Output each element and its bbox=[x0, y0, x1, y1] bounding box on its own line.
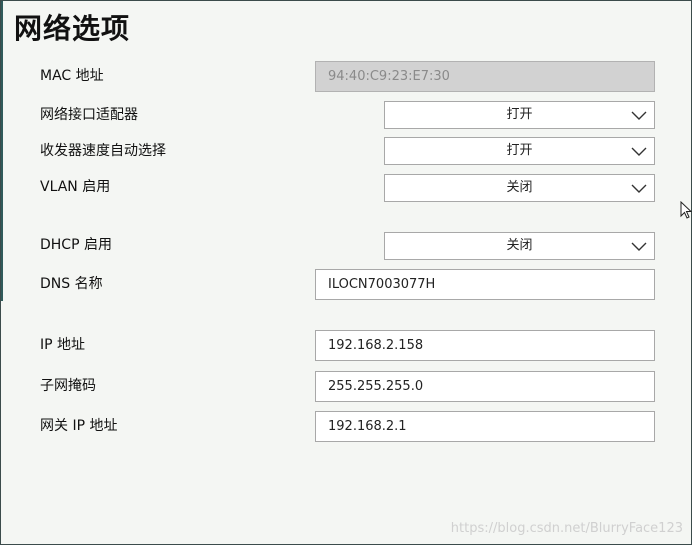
network-adapter-label: 网络接口适配器 bbox=[40, 107, 138, 123]
watermark-text: https://blog.csdn.net/BlurryFace123 bbox=[450, 521, 683, 536]
subnet-mask-input[interactable]: 255.255.255.0 bbox=[315, 371, 655, 402]
page-title: 网络选项 bbox=[14, 12, 131, 45]
dns-name-input[interactable]: ILOCN7003077H bbox=[315, 269, 655, 300]
network-adapter-select[interactable]: 打开 bbox=[384, 101, 655, 129]
gateway-ip-input[interactable]: 192.168.2.1 bbox=[315, 411, 655, 442]
chevron-down-icon bbox=[631, 184, 647, 193]
vlan-enable-label: VLAN 启用 bbox=[40, 179, 111, 195]
dhcp-enable-value: 关闭 bbox=[506, 238, 533, 253]
subnet-mask-label: 子网掩码 bbox=[40, 378, 96, 394]
vlan-enable-select[interactable]: 关闭 bbox=[384, 174, 655, 202]
transceiver-autoselect-value: 打开 bbox=[506, 143, 533, 158]
chevron-down-icon bbox=[631, 111, 647, 120]
transceiver-autoselect-select[interactable]: 打开 bbox=[384, 137, 655, 165]
ip-address-input[interactable]: 192.168.2.158 bbox=[315, 330, 655, 361]
transceiver-autoselect-label: 收发器速度自动选择 bbox=[40, 143, 166, 159]
mac-address-label: MAC 地址 bbox=[40, 68, 104, 84]
window-edge-strip bbox=[1, 1, 3, 301]
dns-name-label: DNS 名称 bbox=[40, 276, 103, 292]
gateway-ip-label: 网关 IP 地址 bbox=[40, 418, 118, 434]
network-options-window: 网络选项 MAC 地址 94:40:C9:23:E7:30 网络接口适配器 打开… bbox=[0, 0, 692, 545]
mouse-pointer-icon bbox=[680, 201, 692, 219]
dhcp-enable-select[interactable]: 关闭 bbox=[384, 232, 655, 260]
chevron-down-icon bbox=[631, 242, 647, 251]
ip-address-label: IP 地址 bbox=[40, 337, 86, 353]
vlan-enable-value: 关闭 bbox=[506, 180, 533, 195]
mac-address-field: 94:40:C9:23:E7:30 bbox=[315, 61, 655, 92]
network-adapter-value: 打开 bbox=[506, 107, 533, 122]
dhcp-enable-label: DHCP 启用 bbox=[40, 237, 112, 253]
chevron-down-icon bbox=[631, 147, 647, 156]
